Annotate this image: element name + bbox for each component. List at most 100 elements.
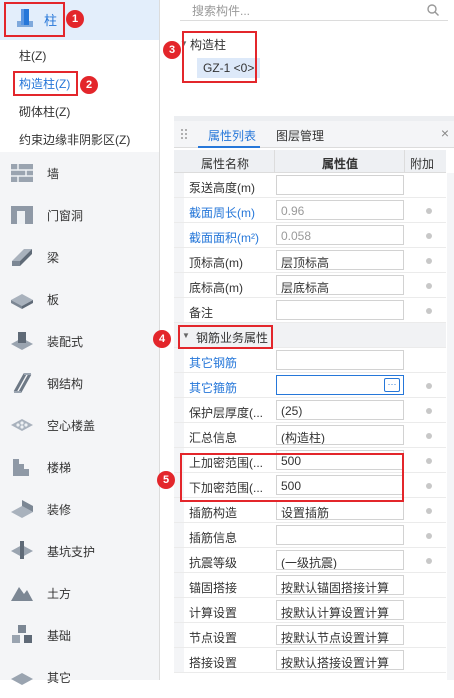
property-row[interactable]: 底标高(m) 层底标高 [174,273,446,298]
property-value-field[interactable]: 按默认搭接设置计算 [276,650,404,670]
category-foundation[interactable]: 基础 [0,614,159,656]
property-name: 搭接设置 [189,656,238,670]
category-label: 钢结构 [47,377,84,391]
annotation-badge-4: 4 [153,330,171,348]
property-value: 层底标高 [281,281,330,295]
attach-checkbox[interactable] [426,558,432,564]
attach-checkbox[interactable] [426,433,432,439]
property-row[interactable]: 泵送高度(m) [174,173,446,198]
property-value-field[interactable] [276,175,404,195]
category-hollow-floor[interactable]: 空心楼盖 [0,404,159,446]
property-value-field[interactable]: 按默认计算设置计算 [276,600,404,620]
annotation-box-5 [180,453,404,502]
subcategory-column[interactable]: 柱(Z) [19,47,46,64]
property-value-field[interactable]: (构造柱) [276,425,404,445]
property-row[interactable]: 抗震等级 (一级抗震) [174,548,446,573]
attach-checkbox[interactable] [426,458,432,464]
drag-grip-icon[interactable] [180,128,188,140]
category-stair[interactable]: 楼梯 [0,446,159,488]
property-value-field[interactable]: (一级抗震) [276,550,404,570]
property-row[interactable]: 顶标高(m) 层顶标高 [174,248,446,273]
annotation-box-2 [13,71,78,96]
category-slab[interactable]: 板 [0,278,159,320]
property-value-field[interactable]: 0.058 [276,225,404,245]
category-decoration[interactable]: 装修 [0,488,159,530]
subcategory-constraint-edge[interactable]: 约束边缘非阴影区(Z) [19,131,130,148]
category-prefab[interactable]: 装配式 [0,320,159,362]
subcategory-masonry-column[interactable]: 砌体柱(Z) [19,103,70,120]
property-value-field[interactable]: 设置插筋 [276,500,404,520]
door-window-icon [11,206,33,224]
category-label: 楼梯 [47,461,72,475]
row-gutter [174,223,184,247]
category-steel-structure[interactable]: 钢结构 [0,362,159,404]
property-name: 备注 [189,306,214,320]
property-row[interactable]: 保护层厚度(... (25) [174,398,446,423]
property-value-field[interactable]: ··· [276,375,404,395]
property-value-field[interactable]: 0.96 [276,200,404,220]
property-value-field[interactable]: 按默认锚固搭接计算 [276,575,404,595]
property-value-field[interactable]: (25) [276,400,404,420]
property-row[interactable]: 截面周长(m) 0.96 [174,198,446,223]
category-wall[interactable]: 墙 [0,152,159,194]
category-other[interactable]: 其它 [0,656,159,698]
property-row[interactable]: 其它箍筋 ··· [174,373,446,398]
row-gutter [174,623,184,647]
vertical-scrollbar[interactable] [447,173,454,680]
category-label: 装修 [47,503,72,517]
property-row[interactable]: 节点设置 按默认节点设置计算 [174,623,446,648]
category-pit-support[interactable]: 基坑支护 [0,530,159,572]
property-value-field[interactable]: 层底标高 [276,275,404,295]
property-name: 抗震等级 [189,556,238,570]
close-icon[interactable]: × [441,125,449,141]
category-label: 土方 [47,587,72,601]
annotation-box-1 [4,2,65,37]
property-value-field[interactable] [276,350,404,370]
column-header-value: 属性值 [322,157,359,171]
property-row[interactable]: 插筋信息 [174,523,446,548]
property-value-field[interactable]: 按默认节点设置计算 [276,625,404,645]
property-grid-header: 属性名称 属性值 附加 [174,150,446,173]
attach-checkbox[interactable] [426,233,432,239]
property-row[interactable]: 计算设置 按默认计算设置计算 [174,598,446,623]
category-label: 装配式 [47,335,84,349]
attach-checkbox[interactable] [426,533,432,539]
beam-icon [12,249,32,266]
property-row[interactable]: 锚固搭接 按默认锚固搭接计算 [174,573,446,598]
property-row[interactable]: 搭接设置 按默认搭接设置计算 [174,648,446,673]
property-value: 设置插筋 [281,506,330,520]
attach-checkbox[interactable] [426,408,432,414]
attach-checkbox[interactable] [426,383,432,389]
row-gutter [174,598,184,622]
property-row[interactable]: 其它钢筋 [174,348,446,373]
tab-layer-management[interactable]: 图层管理 [276,127,324,144]
ellipsis-button[interactable]: ··· [384,378,400,392]
category-door-window[interactable]: 门窗洞 [0,194,159,236]
category-label: 空心楼盖 [47,419,96,433]
tab-property-list[interactable]: 属性列表 [208,127,256,144]
category-label: 梁 [47,251,60,265]
attach-checkbox[interactable] [426,483,432,489]
property-value-field[interactable] [276,525,404,545]
search-input[interactable] [192,2,412,20]
category-label: 基础 [47,629,72,643]
property-value-field[interactable] [276,300,404,320]
attach-checkbox[interactable] [426,308,432,314]
attach-checkbox[interactable] [426,258,432,264]
property-row[interactable]: 截面面积(m²) 0.058 [174,223,446,248]
property-row[interactable]: 汇总信息 (构造柱) [174,423,446,448]
subcategory-list: 柱(Z) 构造柱(Z) 砌体柱(Z) 约束边缘非阴影区(Z) [0,40,159,152]
row-gutter [174,573,184,597]
category-earthwork[interactable]: 土方 [0,572,159,614]
attach-checkbox[interactable] [426,283,432,289]
row-gutter [174,373,184,397]
property-value-field[interactable]: 层顶标高 [276,250,404,270]
column-divider [404,150,405,172]
attach-checkbox[interactable] [426,508,432,514]
search-icon[interactable] [426,3,440,17]
property-name: 计算设置 [189,606,238,620]
category-sidebar: 柱 柱(Z) 构造柱(Z) 砌体柱(Z) 约束边缘非阴影区(Z) 墙 门窗洞 梁 [0,0,160,685]
attach-checkbox[interactable] [426,208,432,214]
property-row[interactable]: 备注 [174,298,446,323]
category-beam[interactable]: 梁 [0,236,159,278]
